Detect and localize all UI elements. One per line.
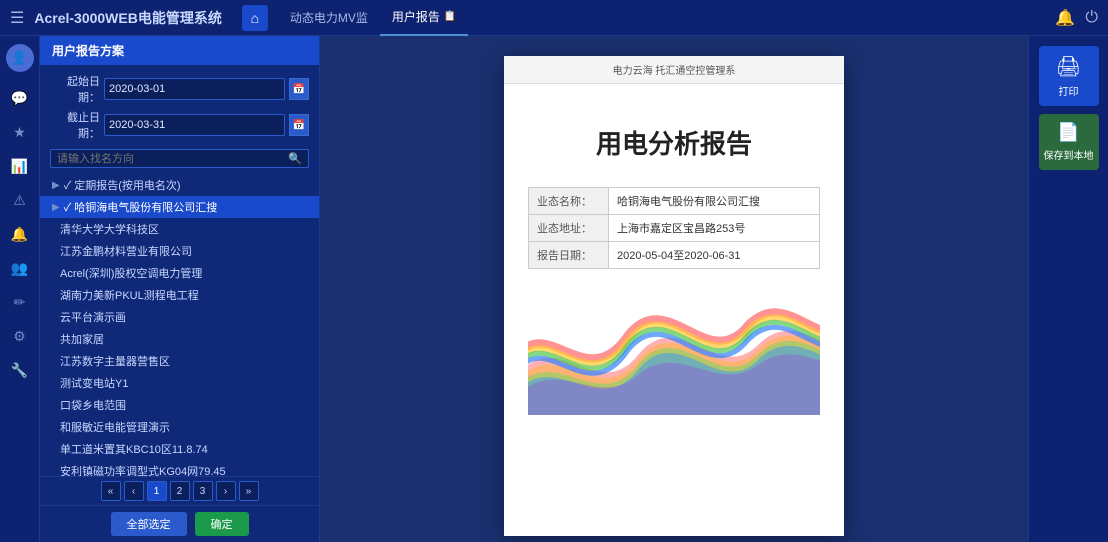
page-3-btn[interactable]: 3: [193, 481, 213, 501]
export-label: 保存到本地: [1044, 147, 1094, 162]
sidebar-icon-chat[interactable]: 💬: [6, 84, 34, 112]
tree-item[interactable]: ▶ ✓ 定期报告(按用电名次): [40, 174, 319, 196]
end-date-label: 截止日期：: [50, 109, 100, 141]
info-value: 2020-05-04至2020-06-31: [609, 242, 820, 269]
info-label: 业态地址：: [529, 215, 609, 242]
tree-item[interactable]: 江苏数字主量器营售区: [40, 350, 319, 372]
page-next-btn[interactable]: ›: [216, 481, 236, 501]
home-button[interactable]: ⌂: [242, 5, 268, 31]
start-date-calendar-icon[interactable]: 📅: [289, 78, 309, 100]
search-input[interactable]: [57, 153, 288, 165]
tree-expand-icon: ▶: [52, 180, 60, 191]
info-value: 上海市嘉定区宝昌路253号: [609, 215, 820, 242]
sidebar-icon-edit[interactable]: ✏: [6, 288, 34, 316]
nav-item-reports[interactable]: 用户报告 📋: [380, 0, 468, 36]
tree-item[interactable]: 测试变电站Y1: [40, 372, 319, 394]
sidebar-icon-tools[interactable]: 🔧: [6, 356, 34, 384]
info-value: 哈铜海电气股份有限公司汇搜: [609, 188, 820, 215]
info-label: 业态名称：: [529, 188, 609, 215]
main-layout: 👤 💬 ★ 📊 ⚠ 🔔 👥 ✏ ⚙ 🔧 用户报告方案 起始日期： 📅 截止日期：…: [0, 36, 1108, 542]
tree-item[interactable]: 口袋乡电范围: [40, 394, 319, 416]
tree-item[interactable]: 清华大学大学科技区: [40, 218, 319, 240]
reset-button[interactable]: 全部选定: [111, 512, 187, 536]
export-icon: 📄: [1057, 122, 1079, 143]
tree-item[interactable]: 江苏金鹏材料营业有限公司: [40, 240, 319, 262]
panel-form: 起始日期： 📅 截止日期： 📅: [40, 65, 319, 145]
nav-item-monitoring[interactable]: 动态电力MV监: [278, 0, 380, 36]
end-date-calendar-icon[interactable]: 📅: [289, 114, 309, 136]
info-label: 报告日期：: [529, 242, 609, 269]
end-date-input[interactable]: [104, 114, 285, 136]
tree-item-selected[interactable]: ▶ ✓ 哈铜海电气股份有限公司汇搜: [40, 196, 319, 218]
bottom-buttons: 全部选定 确定: [40, 505, 319, 542]
confirm-button[interactable]: 确定: [195, 512, 249, 536]
sidebar-icon-settings[interactable]: ⚙: [6, 322, 34, 350]
main-content: 电力云海 托汇通空控管理系 用电分析报告 业态名称： 哈铜海电气股份有限公司汇搜…: [320, 36, 1028, 542]
topbar: ☰ Acrel-3000WEB电能管理系统 ⌂ 动态电力MV监 用户报告 📋 🔔…: [0, 0, 1108, 36]
search-row: 🔍: [50, 149, 309, 168]
start-date-row: 起始日期： 📅: [50, 73, 309, 105]
topbar-nav: 动态电力MV监 用户报告 📋: [278, 0, 1056, 36]
print-icon: 🖨: [1056, 54, 1081, 79]
menu-icon[interactable]: ☰: [10, 8, 24, 28]
doc-info-table: 业态名称： 哈铜海电气股份有限公司汇搜 业态地址： 上海市嘉定区宝昌路253号 …: [528, 187, 820, 269]
home-icon: ⌂: [251, 10, 259, 26]
right-panel: 🖨 打印 📄 保存到本地: [1028, 36, 1108, 542]
power-icon[interactable]: ⏻: [1085, 9, 1098, 27]
pagination: « ‹ 1 2 3 › »: [40, 476, 319, 505]
doc-wave-decoration: [528, 295, 820, 415]
doc-title: 用电分析报告: [528, 124, 820, 161]
tree-item[interactable]: 湖南力美新PKUL测程电工程: [40, 284, 319, 306]
tree-item[interactable]: 安利镇磁功率调型式KG04网79.45: [40, 460, 319, 476]
start-date-label: 起始日期：: [50, 73, 100, 105]
sidebar-icon-bell[interactable]: 🔔: [6, 220, 34, 248]
tree-item[interactable]: 共加家居: [40, 328, 319, 350]
sidebar-icon-warning[interactable]: ⚠: [6, 186, 34, 214]
table-row: 业态名称： 哈铜海电气股份有限公司汇搜: [529, 188, 820, 215]
left-panel: 用户报告方案 起始日期： 📅 截止日期： 📅 🔍 ▶ ✓ 定期报告(按用电名次): [40, 36, 320, 542]
tree-item[interactable]: 云平台演示画: [40, 306, 319, 328]
table-row: 报告日期： 2020-05-04至2020-06-31: [529, 242, 820, 269]
page-last-btn[interactable]: »: [239, 481, 259, 501]
export-button[interactable]: 📄 保存到本地: [1039, 114, 1099, 170]
search-icon: 🔍: [288, 152, 302, 165]
page-1-btn[interactable]: 1: [147, 481, 167, 501]
tree-list: ▶ ✓ 定期报告(按用电名次) ▶ ✓ 哈铜海电气股份有限公司汇搜 清华大学大学…: [40, 172, 319, 476]
avatar[interactable]: 👤: [6, 44, 34, 72]
print-label: 打印: [1059, 83, 1079, 98]
document: 电力云海 托汇通空控管理系 用电分析报告 业态名称： 哈铜海电气股份有限公司汇搜…: [504, 56, 844, 536]
app-title: Acrel-3000WEB电能管理系统: [34, 8, 222, 28]
sidebar-icon-chart[interactable]: 📊: [6, 152, 34, 180]
print-button[interactable]: 🖨 打印: [1039, 46, 1099, 106]
sidebar-icon-star[interactable]: ★: [6, 118, 34, 146]
page-2-btn[interactable]: 2: [170, 481, 190, 501]
table-row: 业态地址： 上海市嘉定区宝昌路253号: [529, 215, 820, 242]
nav-item-badge: 📋: [444, 11, 456, 22]
sidebar-icons: 👤 💬 ★ 📊 ⚠ 🔔 👥 ✏ ⚙ 🔧: [0, 36, 40, 542]
bell-icon[interactable]: 🔔: [1055, 8, 1075, 28]
page-first-btn[interactable]: «: [101, 481, 121, 501]
page-prev-btn[interactable]: ‹: [124, 481, 144, 501]
sidebar-icon-users[interactable]: 👥: [6, 254, 34, 282]
doc-body: 用电分析报告 业态名称： 哈铜海电气股份有限公司汇搜 业态地址： 上海市嘉定区宝…: [504, 84, 844, 536]
tree-expand-icon: ▶: [52, 202, 60, 213]
tree-item[interactable]: 和服敏近电能管理演示: [40, 416, 319, 438]
end-date-row: 截止日期： 📅: [50, 109, 309, 141]
start-date-input[interactable]: [104, 78, 285, 100]
tree-item[interactable]: Acrel(深圳)股权空调电力管理: [40, 262, 319, 284]
tree-item[interactable]: 单工道米置其KBC10区11.8.74: [40, 438, 319, 460]
panel-header: 用户报告方案: [40, 36, 319, 65]
doc-header: 电力云海 托汇通空控管理系: [504, 56, 844, 84]
topbar-right: 🔔 ⏻: [1055, 8, 1098, 28]
